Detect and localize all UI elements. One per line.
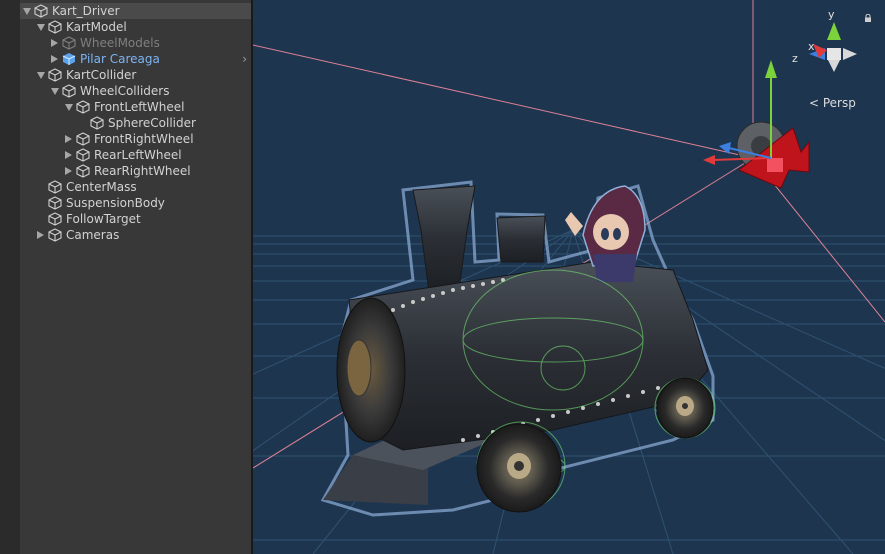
hierarchy-item-label: FrontRightWheel [94,132,194,146]
projection-toggle[interactable]: < Persp [809,96,856,110]
expand-arrow-down-icon[interactable] [37,24,45,31]
lock-icon[interactable] [864,14,872,22]
expand-arrow-down-icon[interactable] [37,72,45,79]
cube-icon [48,228,62,242]
hierarchy-item-label: Pilar Careaga [80,52,160,66]
expand-arrow-right-icon[interactable] [65,135,72,143]
expand-arrow-right-icon[interactable] [51,39,58,47]
hierarchy-item-label: Kart_Driver [52,4,120,18]
hierarchy-item[interactable]: CenterMass [20,179,251,195]
hierarchy-item[interactable]: Kart_Driver [20,3,251,19]
hierarchy-panel[interactable]: Kart_Driver KartModel WheelModels Pilar Car… [20,0,253,554]
hierarchy-item[interactable]: SuspensionBody [20,195,251,211]
hierarchy-item[interactable]: Pilar Careaga › [20,51,251,67]
hierarchy-item[interactable]: KartCollider [20,67,251,83]
scene-canvas[interactable] [253,0,885,554]
hierarchy-item-label: FrontLeftWheel [94,100,185,114]
hierarchy-item[interactable]: SphereCollider [20,115,251,131]
hierarchy-item-label: KartCollider [66,68,137,82]
cube-icon [48,68,62,82]
hierarchy-item[interactable]: KartModel [20,19,251,35]
cube-icon [90,116,104,130]
left-gutter [0,0,21,554]
expand-arrow-down-icon[interactable] [23,8,31,15]
hierarchy-item-label: SphereCollider [108,116,196,130]
axis-label-y: y [828,8,835,21]
expand-arrow-right-icon[interactable] [65,151,72,159]
hierarchy-item[interactable]: WheelModels [20,35,251,51]
hierarchy-item[interactable]: Cameras [20,227,251,243]
front-wheel [476,423,562,513]
hierarchy-item-label: WheelColliders [80,84,170,98]
prefab-cube-icon [62,53,76,65]
rear-wheel [656,377,714,439]
hierarchy-item[interactable]: FollowTarget [20,211,251,227]
hierarchy-item-label: FollowTarget [66,212,141,226]
hierarchy-item[interactable]: RearRightWheel [20,163,251,179]
hierarchy-item[interactable]: FrontLeftWheel [20,99,251,115]
hierarchy-item-label: WheelModels [80,36,160,50]
cube-icon [62,36,76,50]
axis-label-x: x [808,40,815,53]
cube-icon [76,148,90,162]
cube-icon [76,132,90,146]
scene-viewport[interactable]: y x z [253,0,885,554]
hierarchy-item-label: RearLeftWheel [94,148,182,162]
cube-icon [48,212,62,226]
cube-icon [62,84,76,98]
hierarchy-item-label: CenterMass [66,180,137,194]
cube-icon [76,164,90,178]
hierarchy-item-label: SuspensionBody [66,196,165,210]
expand-arrow-right-icon[interactable] [65,167,72,175]
cube-icon [48,20,62,34]
hierarchy-item-label: Cameras [66,228,120,242]
hierarchy-item[interactable]: WheelColliders [20,83,251,99]
hierarchy-item[interactable]: RearLeftWheel [20,147,251,163]
hierarchy-item[interactable]: FrontRightWheel [20,131,251,147]
cube-icon [48,180,62,194]
cube-icon [34,4,48,18]
axis-label-z: z [792,52,798,65]
expand-arrow-down-icon[interactable] [65,104,73,111]
hierarchy-item-label: RearRightWheel [94,164,191,178]
expand-arrow-right-icon[interactable] [51,55,58,63]
cube-icon [76,100,90,114]
hierarchy-item-label: KartModel [66,20,127,34]
expand-arrow-down-icon[interactable] [51,88,59,95]
open-prefab-chevron-icon[interactable]: › [242,51,247,67]
cube-icon [48,196,62,210]
expand-arrow-right-icon[interactable] [37,231,44,239]
